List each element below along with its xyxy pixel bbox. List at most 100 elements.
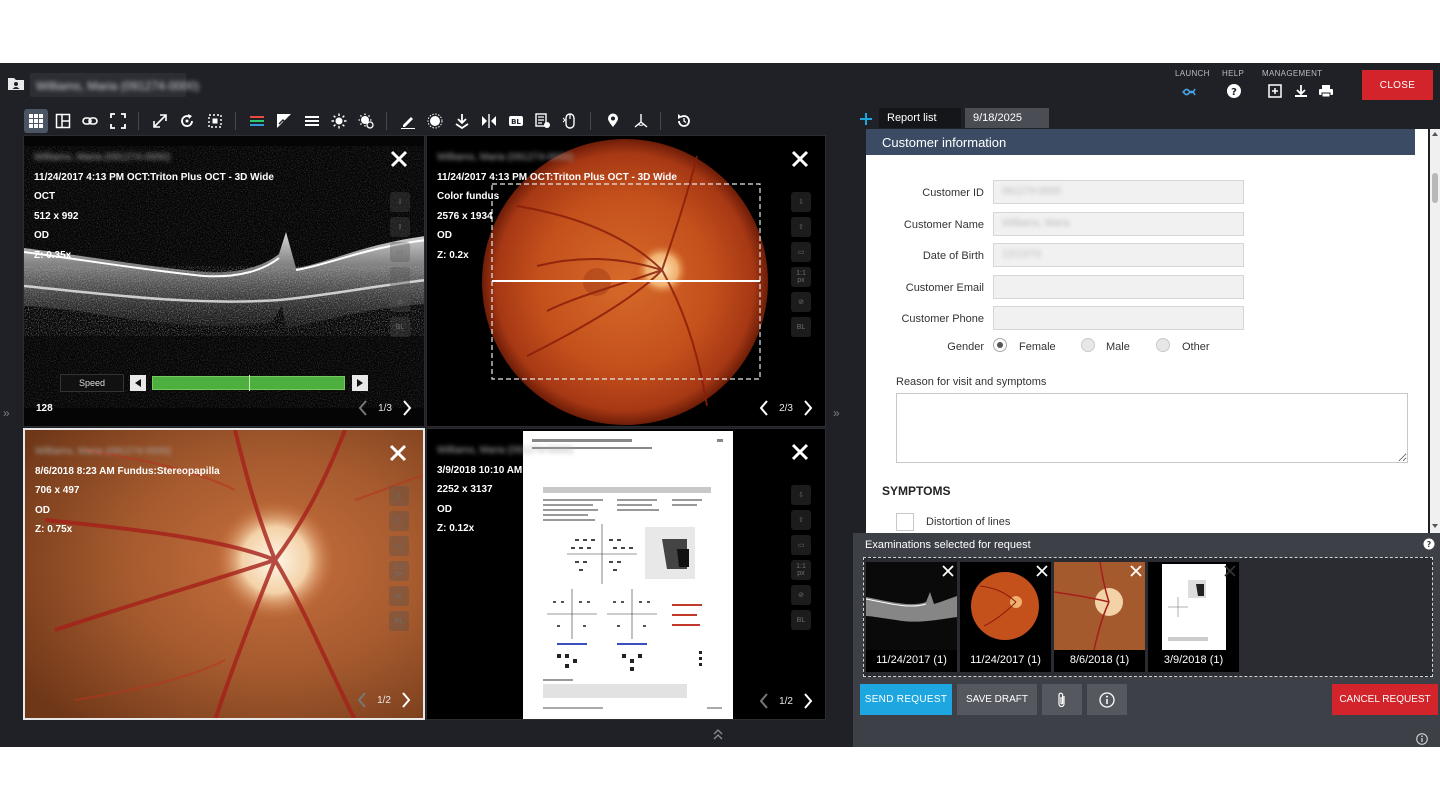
download-icon[interactable]: ⇩ — [791, 485, 811, 505]
draw-icon[interactable] — [396, 109, 420, 133]
save-draft-button[interactable]: SAVE DRAFT — [957, 684, 1037, 715]
contrast-icon[interactable] — [272, 109, 296, 133]
hide-icon[interactable]: ⊘ — [791, 292, 811, 312]
hide-icon[interactable]: ⊘ — [791, 585, 811, 605]
exam-thumbnail[interactable]: 3/9/2018 (1) — [1148, 562, 1239, 672]
camera-icon[interactable]: ▭ — [390, 242, 410, 262]
download-icon[interactable] — [1293, 83, 1309, 99]
remove-exam-icon[interactable] — [1130, 565, 1142, 577]
rotate-icon[interactable] — [175, 109, 199, 133]
mouse-icon[interactable] — [558, 109, 582, 133]
report-icon[interactable] — [531, 109, 555, 133]
grid-layout-icon[interactable] — [24, 109, 48, 133]
bl-icon[interactable]: BL — [389, 611, 409, 631]
share-icon[interactable]: ⇧ — [389, 511, 409, 531]
filter-icon[interactable] — [423, 109, 447, 133]
send-request-button[interactable]: SEND REQUEST — [860, 684, 952, 715]
lines-icon[interactable] — [300, 109, 324, 133]
one-to-one-icon[interactable]: 1:1 px — [390, 267, 410, 287]
cancel-request-button[interactable]: CANCEL REQUEST — [1332, 684, 1438, 715]
select-region-icon[interactable] — [203, 109, 227, 133]
gender-male-radio[interactable] — [1081, 338, 1095, 352]
form-scrollbar[interactable] — [1430, 129, 1440, 533]
exam-thumbnail[interactable]: 11/24/2017 (1) — [866, 562, 957, 672]
attach-button[interactable] — [1042, 684, 1082, 715]
download-icon[interactable]: ⇩ — [791, 192, 811, 212]
tab-report-list[interactable]: Report list — [879, 108, 961, 128]
reason-textarea[interactable] — [896, 393, 1408, 463]
single-layout-icon[interactable] — [51, 109, 75, 133]
chevron-right-icon[interactable] — [803, 400, 813, 416]
patient-name-chip[interactable]: Williams, Maria (091274-0000) — [30, 73, 199, 97]
help-icon[interactable]: ? — [1226, 83, 1242, 99]
export-icon[interactable] — [450, 109, 474, 133]
info-button[interactable] — [1087, 684, 1127, 715]
viewer-panel-visual-field[interactable]: Williams, Maria (091274-0000) 3/9/2018 1… — [426, 428, 826, 720]
gender-female-radio[interactable] — [993, 338, 1007, 352]
exam-thumbnail[interactable]: 11/24/2017 (1) — [960, 562, 1051, 672]
link-icon[interactable] — [78, 109, 102, 133]
gender-other-radio[interactable] — [1156, 338, 1170, 352]
share-icon[interactable]: ⇧ — [791, 217, 811, 237]
customer-email-field[interactable] — [993, 275, 1244, 299]
chevron-right-icon[interactable] — [803, 693, 813, 709]
customer-phone-field[interactable] — [993, 306, 1244, 330]
viewer-panel-oct[interactable]: Williams, Maria (091274-0000) 11/24/2017… — [23, 135, 425, 427]
hide-icon[interactable]: ⊘ — [390, 292, 410, 312]
settings-brightness-icon[interactable] — [354, 109, 378, 133]
expand-panel-icon[interactable]: » — [833, 406, 840, 420]
print-icon[interactable] — [1318, 83, 1334, 99]
speed-decrease-button[interactable] — [130, 375, 146, 391]
reset-icon[interactable] — [672, 109, 696, 133]
symptom-checkbox[interactable] — [896, 513, 914, 531]
customer-name-field[interactable]: Williams, Maria — [993, 212, 1244, 236]
speed-slider[interactable] — [152, 375, 345, 391]
customer-id-field[interactable]: 091274-0000 — [993, 180, 1244, 204]
help-icon[interactable]: ? — [1423, 538, 1435, 550]
close-icon[interactable] — [387, 442, 409, 464]
bl-icon[interactable]: BL — [504, 109, 528, 133]
launch-icon[interactable] — [1181, 83, 1197, 99]
date-of-birth-field[interactable]: 12/12/74 — [993, 243, 1244, 267]
tab-report-date[interactable]: 9/18/2025 — [965, 108, 1049, 128]
chevron-left-icon[interactable] — [357, 692, 367, 708]
remove-exam-icon[interactable] — [1224, 565, 1236, 577]
camera-icon[interactable]: ▭ — [791, 535, 811, 555]
download-icon[interactable]: ⇩ — [390, 192, 410, 212]
compare-icon[interactable] — [477, 109, 501, 133]
chevron-left-icon[interactable] — [358, 400, 368, 416]
hide-icon[interactable]: ⊘ — [389, 586, 409, 606]
color-channels-icon[interactable] — [245, 109, 269, 133]
info-icon[interactable] — [1416, 733, 1428, 745]
chevron-right-icon[interactable] — [402, 400, 412, 416]
close-icon[interactable] — [789, 148, 811, 170]
scroll-down-icon[interactable] — [1432, 523, 1438, 529]
exam-thumbnail[interactable]: 8/6/2018 (1) — [1054, 562, 1145, 672]
bl-icon[interactable]: BL — [791, 317, 811, 337]
viewer-panel-stereopapilla[interactable]: Williams, Maria (091274-0000) 8/6/2018 8… — [23, 428, 425, 720]
camera-icon[interactable]: ▭ — [791, 242, 811, 262]
chevron-left-icon[interactable] — [759, 400, 769, 416]
speed-increase-button[interactable] — [352, 375, 368, 391]
remove-exam-icon[interactable] — [942, 565, 954, 577]
download-icon[interactable]: ⇩ — [389, 486, 409, 506]
expand-icon[interactable] — [148, 109, 172, 133]
viewer-panel-color-fundus[interactable]: Williams, Maria (091274-0000) 11/24/2017… — [426, 135, 826, 427]
close-icon[interactable] — [789, 441, 811, 463]
bl-icon[interactable]: BL — [390, 317, 410, 337]
one-to-one-icon[interactable]: 1:1 px — [791, 560, 811, 580]
measure-icon[interactable] — [629, 109, 653, 133]
remove-exam-icon[interactable] — [1036, 565, 1048, 577]
add-report-icon[interactable] — [858, 111, 874, 127]
one-to-one-icon[interactable]: 1:1 px — [389, 561, 409, 581]
close-button[interactable]: CLOSE — [1362, 70, 1433, 100]
share-icon[interactable]: ⇧ — [791, 510, 811, 530]
collapse-up-icon[interactable] — [712, 727, 724, 741]
close-icon[interactable] — [388, 148, 410, 170]
chevron-right-icon[interactable] — [401, 692, 411, 708]
scroll-up-icon[interactable] — [1432, 131, 1438, 137]
scroll-thumb[interactable] — [1432, 173, 1438, 203]
expand-left-icon[interactable]: » — [3, 406, 10, 420]
marker-icon[interactable] — [601, 109, 625, 133]
chevron-left-icon[interactable] — [759, 693, 769, 709]
